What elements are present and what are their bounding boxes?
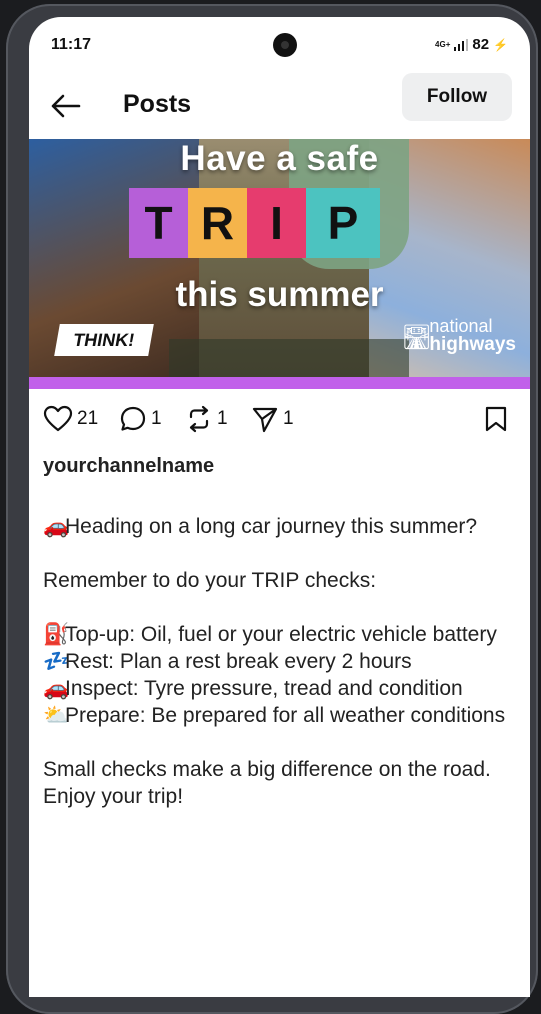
post-username[interactable]: yourchannelname	[43, 455, 214, 478]
battery-level: 82	[472, 36, 490, 53]
sleep-icon: 💤	[43, 650, 70, 673]
share-button[interactable]: 1	[251, 405, 294, 433]
repost-icon	[189, 405, 209, 433]
national-highways-logo: 🛣 national highways	[401, 316, 516, 355]
follow-button[interactable]: Follow	[402, 73, 512, 121]
check-rest-text: Rest: Plan a rest break every 2 hours	[65, 650, 412, 673]
banner-headline-bottom: this summer	[175, 275, 384, 314]
network-type: 4G+	[435, 39, 451, 49]
repost-count: 1	[217, 408, 228, 429]
caption-paragraph-checks: Remember to do your TRIP checks:	[43, 569, 377, 592]
brand-line2: highways	[429, 334, 516, 355]
repost-button[interactable]: 1	[185, 405, 228, 433]
highways-logo-icon: 🛣	[401, 324, 432, 351]
back-arrow-icon[interactable]	[49, 91, 83, 121]
page-title: Posts	[123, 90, 192, 118]
trip-letter-t: T	[129, 188, 188, 258]
comment-icon	[120, 406, 146, 431]
fuel-pump-icon: ⛽	[43, 623, 70, 646]
caption-check-topup: ⛽Top-up: Oil, fuel or your electric vehi…	[43, 621, 513, 648]
caption-check-prepare: ⛅Prepare: Be prepared for all weather co…	[43, 702, 513, 729]
caption-paragraph-intro: 🚗Heading on a long car journey this summ…	[43, 513, 513, 540]
charging-icon: ⚡	[493, 37, 508, 52]
caption-check-rest: 💤Rest: Plan a rest break every 2 hours	[43, 648, 513, 675]
banner-headline-top: Have a safe	[180, 139, 379, 178]
post-actions: 21 1 1 1	[29, 403, 530, 447]
status-indicators: 4G+ 82 ⚡	[435, 36, 508, 53]
heart-icon	[43, 405, 73, 432]
front-camera	[273, 33, 297, 57]
banner-stripe	[29, 377, 530, 389]
caption-check-inspect: 🚗Inspect: Tyre pressure, tread and condi…	[43, 675, 513, 702]
app-screen: 11:17 4G+ 82 ⚡ Posts Follow Have a safe …	[29, 17, 530, 997]
check-inspect-text: Inspect: Tyre pressure, tread and condit…	[65, 677, 463, 700]
trip-letter-r: R	[188, 188, 247, 258]
share-count: 1	[283, 408, 294, 429]
think-logo: THINK!	[54, 324, 154, 356]
caption-intro-text: Heading on a long car journey this summe…	[65, 515, 478, 538]
car-icon: 🚗	[43, 677, 70, 700]
share-icon	[252, 407, 278, 433]
check-prepare-text: Prepare: Be prepared for all weather con…	[65, 704, 506, 727]
signal-icon	[454, 38, 469, 51]
trip-letter-i: I	[247, 188, 306, 258]
trip-letter-p: P	[306, 188, 380, 258]
status-bar: 11:17 4G+ 82 ⚡	[29, 17, 530, 73]
like-button[interactable]: 21	[43, 405, 98, 433]
comment-count: 1	[151, 408, 162, 429]
post-caption: 🚗Heading on a long car journey this summ…	[43, 513, 513, 810]
caption-paragraph-outro: Small checks make a big difference on th…	[43, 758, 491, 808]
brand-line1: national	[429, 316, 493, 336]
comment-button[interactable]: 1	[119, 405, 162, 433]
bookmark-icon[interactable]	[484, 405, 508, 438]
weather-icon: ⛅	[43, 704, 70, 727]
app-header: Posts Follow	[29, 73, 530, 139]
like-count: 21	[77, 408, 99, 429]
status-time: 11:17	[51, 36, 92, 53]
car-icon: 🚗	[43, 515, 70, 538]
post-image[interactable]: Have a safe T R I P this summer THINK! 🛣…	[29, 139, 530, 389]
check-topup-text: Top-up: Oil, fuel or your electric vehic…	[65, 623, 497, 646]
trip-letters: T R I P	[129, 188, 380, 258]
